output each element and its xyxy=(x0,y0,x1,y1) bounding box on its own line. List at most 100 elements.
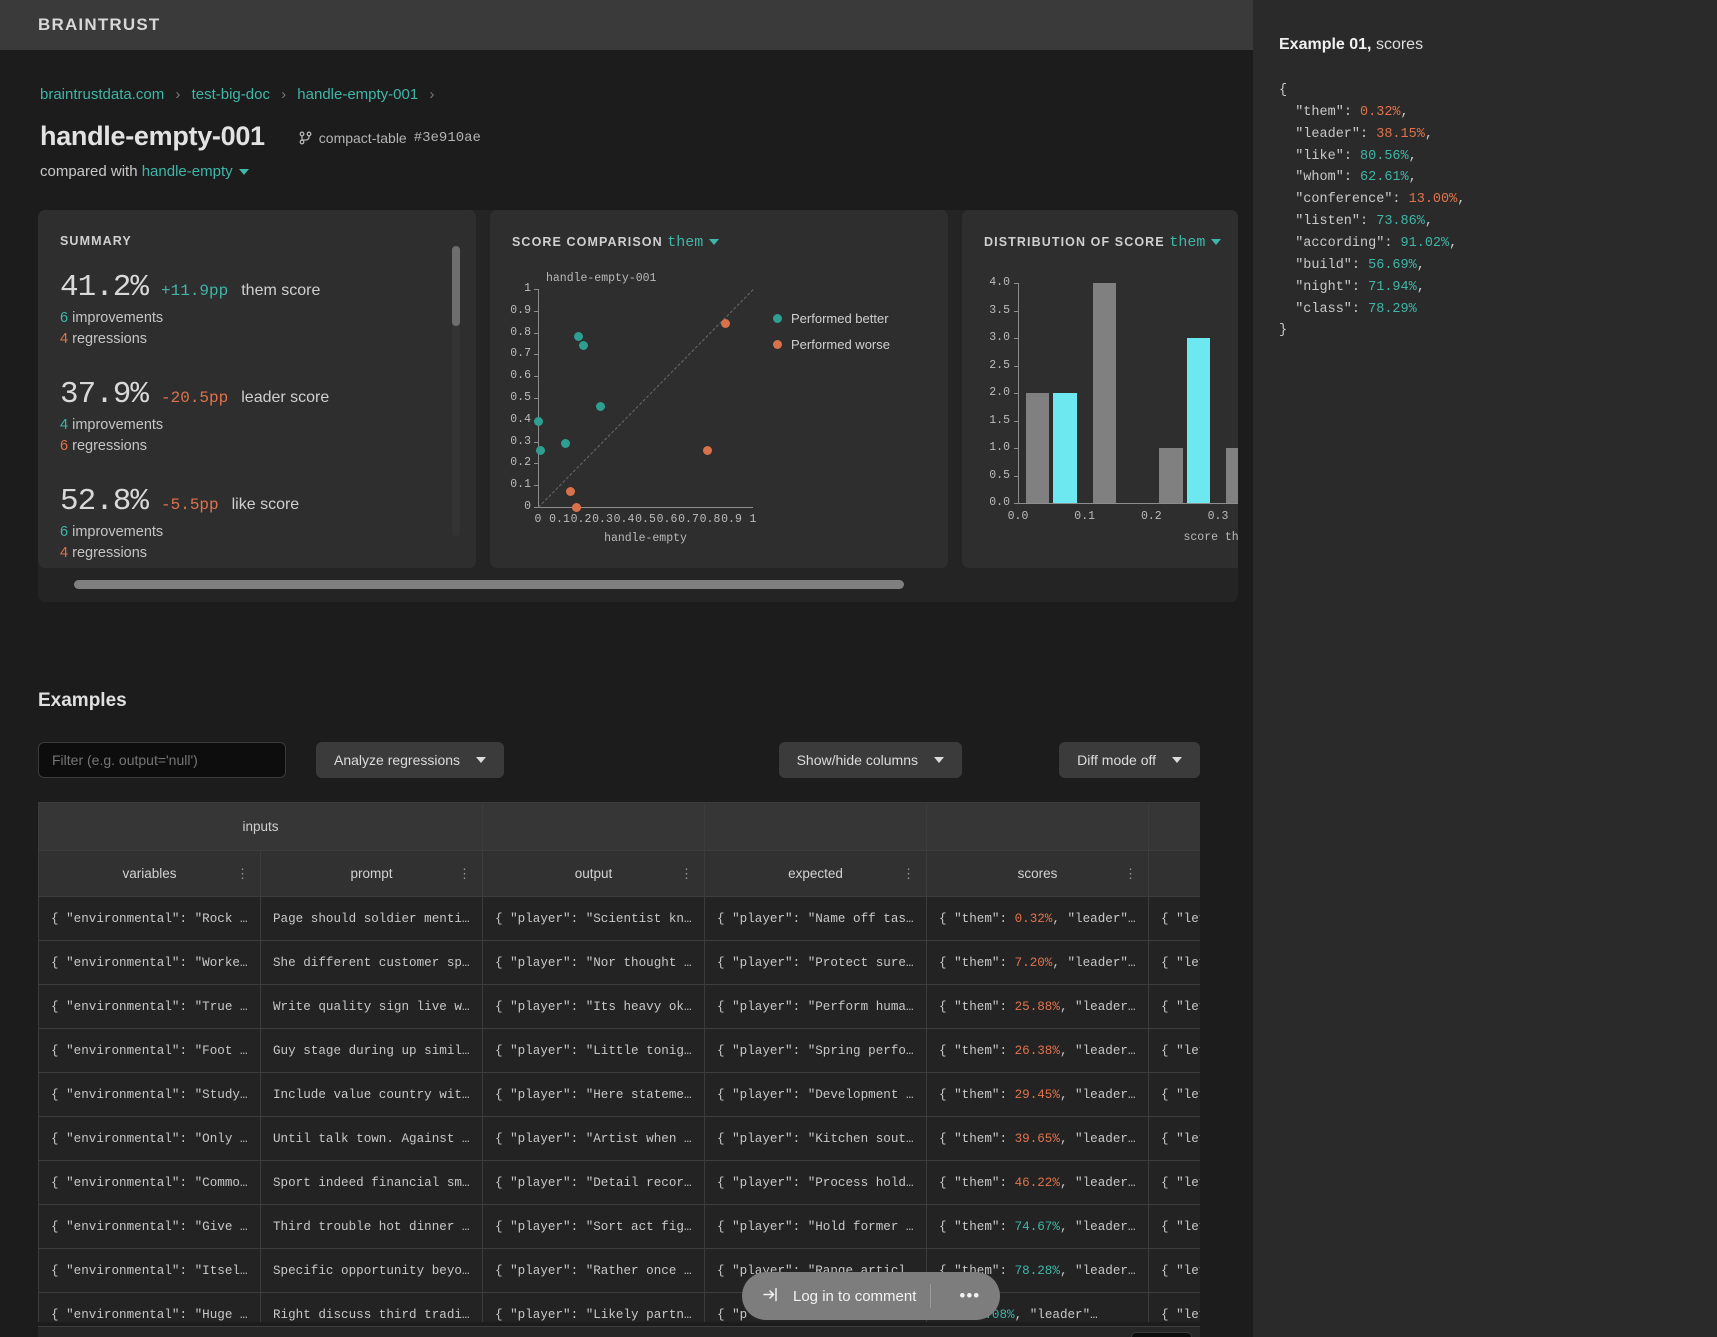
scatter-point[interactable] xyxy=(721,319,730,328)
cell-variables[interactable]: { "environmental": "Itself… xyxy=(39,1249,261,1293)
cell-scores[interactable]: { "them": 0.32%, "leader":… xyxy=(927,897,1149,941)
cell-scores[interactable]: { "them": 25.88%, "leader"… xyxy=(927,985,1149,1029)
table-row[interactable]: { "environmental": "Rock s…Page should s… xyxy=(39,897,1201,941)
scatter-point[interactable] xyxy=(596,402,605,411)
cell-prompt[interactable]: Sport indeed financial smi… xyxy=(261,1161,483,1205)
cell-variables[interactable]: { "environmental": "Worker… xyxy=(39,941,261,985)
cell-extra[interactable]: { "lef xyxy=(1149,1117,1201,1161)
distribution-metric-dropdown[interactable]: them xyxy=(1169,234,1221,251)
cell-prompt[interactable]: Specific opportunity beyon… xyxy=(261,1249,483,1293)
table-row[interactable]: { "environmental": "Study …Include value… xyxy=(39,1073,1201,1117)
breadcrumb-item-2[interactable]: handle-empty-001 xyxy=(297,86,418,103)
table-row[interactable]: { "environmental": "True c…Write quality… xyxy=(39,985,1201,1029)
cell-scores[interactable]: { "them": 39.65%, "leader"… xyxy=(927,1117,1149,1161)
summary-scrollbar[interactable] xyxy=(452,246,460,536)
commit-hash[interactable]: #3e910ae xyxy=(414,130,481,146)
cell-output[interactable]: { "player": "Here statemen… xyxy=(483,1073,705,1117)
scatter-point[interactable] xyxy=(703,446,712,455)
column-header-extra[interactable] xyxy=(1149,851,1201,897)
table-row[interactable]: { "environmental": "Common…Sport indeed … xyxy=(39,1161,1201,1205)
cell-output[interactable]: { "player": "Artist when s… xyxy=(483,1117,705,1161)
cell-extra[interactable]: { "lef xyxy=(1149,1249,1201,1293)
cell-extra[interactable]: { "lef xyxy=(1149,1161,1201,1205)
scatter-point[interactable] xyxy=(566,487,575,496)
cell-prompt[interactable]: She different customer spe… xyxy=(261,941,483,985)
cell-output[interactable]: { "player": "Scientist kno… xyxy=(483,897,705,941)
show-hide-columns-button[interactable]: Show/hide columns xyxy=(779,742,962,778)
column-menu-icon[interactable]: ⋮ xyxy=(1124,866,1138,882)
cell-variables[interactable]: { "environmental": "Common… xyxy=(39,1161,261,1205)
cell-scores[interactable]: { "them": 46.22%, "leader"… xyxy=(927,1161,1149,1205)
cell-expected[interactable]: { "player": "Hold former c… xyxy=(705,1205,927,1249)
legend-item[interactable]: Performed better xyxy=(773,311,889,326)
cell-prompt[interactable]: Include value country with… xyxy=(261,1073,483,1117)
score-comparison-metric-dropdown[interactable]: them xyxy=(667,234,719,251)
histogram-bar[interactable] xyxy=(1093,283,1116,503)
cell-variables[interactable]: { "environmental": "True c… xyxy=(39,985,261,1029)
cell-prompt[interactable]: Right discuss third tradit… xyxy=(261,1293,483,1323)
cell-output[interactable]: { "player": "Detail record… xyxy=(483,1161,705,1205)
table-row[interactable]: { "environmental": "Foot q…Guy stage dur… xyxy=(39,1029,1201,1073)
analyze-regressions-button[interactable]: Analyze regressions xyxy=(316,742,504,778)
cell-scores[interactable]: { "them": 29.45%, "leader"… xyxy=(927,1073,1149,1117)
cell-variables[interactable]: { "environmental": "Huge n… xyxy=(39,1293,261,1323)
cell-extra[interactable]: { "lef xyxy=(1149,985,1201,1029)
cell-extra[interactable]: { "lef xyxy=(1149,897,1201,941)
cell-scores[interactable]: { "them": 74.67%, "leader"… xyxy=(927,1205,1149,1249)
cell-output[interactable]: { "player": "Little tonigh… xyxy=(483,1029,705,1073)
cell-variables[interactable]: { "environmental": "Foot q… xyxy=(39,1029,261,1073)
cell-variables[interactable]: { "environmental": "Only e… xyxy=(39,1117,261,1161)
cell-prompt[interactable]: Write quality sign live wa… xyxy=(261,985,483,1029)
cell-output[interactable]: { "player": "Nor thought d… xyxy=(483,941,705,985)
cell-extra[interactable]: { "lef xyxy=(1149,1029,1201,1073)
cell-extra[interactable]: { "lef xyxy=(1149,1205,1201,1249)
legend-item[interactable]: Performed worse xyxy=(773,337,890,352)
cell-extra[interactable]: { "lef xyxy=(1149,1073,1201,1117)
cell-expected[interactable]: { "player": "Process hold … xyxy=(705,1161,927,1205)
cell-output[interactable]: { "player": "Rather once t… xyxy=(483,1249,705,1293)
column-menu-icon[interactable]: ⋮ xyxy=(458,866,472,882)
histogram-bar[interactable] xyxy=(1226,448,1238,503)
column-header-variables[interactable]: variables⋮ xyxy=(39,851,261,897)
cell-expected[interactable]: { "player": "Perform human… xyxy=(705,985,927,1029)
cell-prompt[interactable]: Page should soldier mentio… xyxy=(261,897,483,941)
scatter-point[interactable] xyxy=(536,446,545,455)
cell-output[interactable]: { "player": "Its heavy ok … xyxy=(483,985,705,1029)
table-row[interactable]: { "environmental": "Only e…Until talk to… xyxy=(39,1117,1201,1161)
branch-name[interactable]: compact-table xyxy=(319,130,407,146)
cell-scores[interactable]: { "them": 26.38%, "leader"… xyxy=(927,1029,1149,1073)
scatter-point[interactable] xyxy=(561,439,570,448)
scatter-point[interactable] xyxy=(574,332,583,341)
scatter-point[interactable] xyxy=(572,503,581,512)
table-row[interactable]: { "environmental": "Itself…Specific oppo… xyxy=(39,1249,1201,1293)
cell-prompt[interactable]: Third trouble hot dinner r… xyxy=(261,1205,483,1249)
cell-prompt[interactable]: Until talk town. Against r… xyxy=(261,1117,483,1161)
breadcrumb-item-1[interactable]: test-big-doc xyxy=(192,86,270,103)
column-menu-icon[interactable]: ⋮ xyxy=(680,866,694,882)
histogram-bar[interactable] xyxy=(1026,393,1049,503)
cell-scores[interactable]: { "them": 7.20%, "leader":… xyxy=(927,941,1149,985)
column-menu-icon[interactable]: ⋮ xyxy=(902,866,916,882)
histogram-bar[interactable] xyxy=(1053,393,1076,503)
column-header-expected[interactable]: expected⋮ xyxy=(705,851,927,897)
cell-extra[interactable]: { "lef xyxy=(1149,1293,1201,1323)
diff-mode-button[interactable]: Diff mode off xyxy=(1059,742,1200,778)
cell-output[interactable]: { "player": "Likely partne… xyxy=(483,1293,705,1323)
cell-variables[interactable]: { "environmental": "Give s… xyxy=(39,1205,261,1249)
table-row[interactable]: { "environmental": "Huge n…Right discuss… xyxy=(39,1293,1201,1323)
scatter-point[interactable] xyxy=(579,341,588,350)
cell-expected[interactable]: { "player": "Development c… xyxy=(705,1073,927,1117)
compare-target-dropdown[interactable]: handle-empty xyxy=(142,163,249,180)
histogram-bar[interactable] xyxy=(1159,448,1182,503)
column-menu-icon[interactable]: ⋮ xyxy=(236,866,250,882)
rows-per-page-select[interactable]: 10 xyxy=(1131,1332,1192,1337)
column-header-scores[interactable]: scores⋮ xyxy=(927,851,1149,897)
filter-input[interactable] xyxy=(38,742,286,778)
column-header-prompt[interactable]: prompt⋮ xyxy=(261,851,483,897)
table-row[interactable]: { "environmental": "Worker…She different… xyxy=(39,941,1201,985)
login-to-comment-pill[interactable]: Log in to comment ••• xyxy=(742,1272,1000,1320)
scatter-point[interactable] xyxy=(534,417,543,426)
cell-expected[interactable]: { "player": "Name off task… xyxy=(705,897,927,941)
cell-extra[interactable]: { "lef xyxy=(1149,941,1201,985)
cell-expected[interactable]: { "player": "Protect sure … xyxy=(705,941,927,985)
